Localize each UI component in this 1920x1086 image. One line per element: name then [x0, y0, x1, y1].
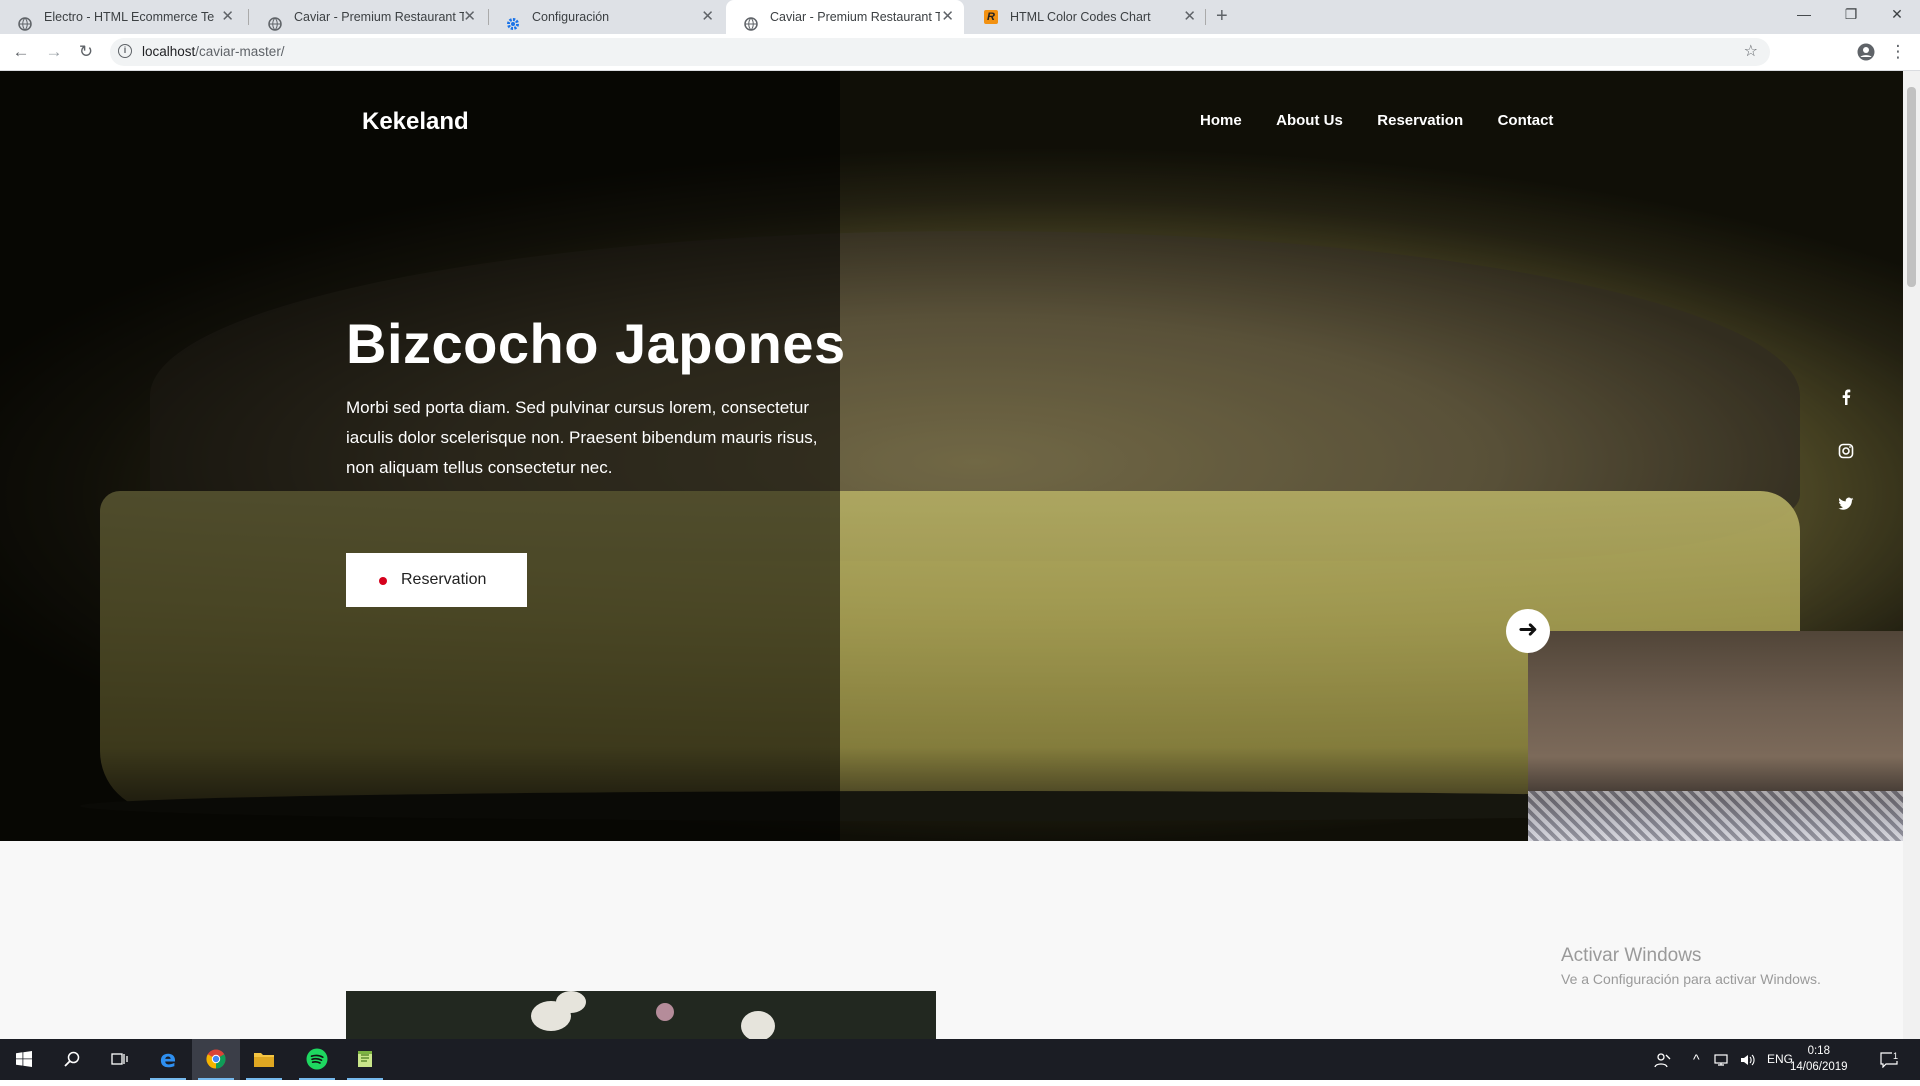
info-icon[interactable]: i — [118, 44, 132, 58]
minimize-button[interactable]: — — [1781, 0, 1827, 30]
next-arrow-icon[interactable]: ➜ — [1506, 609, 1550, 653]
people-icon[interactable] — [1654, 1039, 1672, 1080]
red-dot-icon — [379, 577, 387, 585]
clock-time: 0:18 — [1807, 1045, 1830, 1057]
globe-icon — [744, 10, 758, 31]
search-icon[interactable] — [48, 1039, 96, 1080]
spotify-icon[interactable] — [293, 1039, 341, 1080]
address-bar[interactable]: i localhost/caviar-master/ ☆ — [110, 38, 1770, 66]
tab-separator — [1205, 9, 1206, 25]
next-slide-thumbnail[interactable] — [1528, 631, 1903, 841]
close-icon[interactable]: ✕ — [463, 0, 476, 34]
url-host: localhost — [142, 44, 196, 59]
close-icon[interactable]: ✕ — [1183, 0, 1196, 34]
main-nav: Home About Us Reservation Contact — [1200, 112, 1583, 130]
url-path: /caviar-master/ — [195, 44, 285, 59]
site-logo[interactable]: Kekeland — [362, 108, 469, 136]
edge-browser-icon[interactable]: e — [144, 1039, 192, 1080]
tab-title: Electro - HTML Ecommerce Temp — [44, 10, 214, 24]
action-center-icon[interactable]: 1 — [1880, 1039, 1900, 1080]
address-url[interactable]: localhost/caviar-master/ — [142, 38, 285, 66]
tab-title: Caviar - Premium Restaurant Tem — [294, 10, 464, 24]
close-window-button[interactable]: ✕ — [1874, 0, 1920, 30]
windows-start-icon[interactable] — [0, 1039, 48, 1080]
social-links — [1836, 389, 1856, 551]
volume-icon[interactable] — [1740, 1039, 1756, 1080]
close-icon[interactable]: ✕ — [941, 0, 954, 34]
network-icon[interactable] — [1714, 1039, 1732, 1080]
tab-configuracion[interactable]: Configuración ✕ — [488, 0, 724, 34]
reservation-button[interactable]: Reservation — [346, 553, 527, 607]
globe-icon — [18, 10, 32, 31]
hero-section: Kekeland Home About Us Reservation Conta… — [0, 71, 1903, 841]
new-tab-button[interactable]: + — [1216, 0, 1236, 34]
task-view-icon[interactable] — [96, 1039, 144, 1080]
watermark-line-1: Activar Windows — [1561, 945, 1702, 966]
scrollbar-thumb[interactable] — [1907, 87, 1916, 287]
hero-title: Bizcocho Japones — [346, 312, 846, 375]
menu-kebab-icon[interactable]: ⋮ — [1886, 40, 1910, 64]
instagram-icon[interactable] — [1836, 443, 1856, 463]
tab-separator — [248, 9, 249, 25]
clock-date: 14/06/2019 — [1790, 1061, 1848, 1073]
flower-petal — [741, 1011, 775, 1039]
tab-title: Configuración — [532, 10, 610, 24]
file-explorer-icon[interactable] — [240, 1039, 288, 1080]
bookmark-star-icon[interactable]: ☆ — [1744, 38, 1758, 66]
flower-petal — [556, 991, 586, 1013]
close-icon[interactable]: ✕ — [701, 0, 714, 34]
nav-contact[interactable]: Contact — [1498, 112, 1554, 129]
tab-electro[interactable]: Electro - HTML Ecommerce Temp ✕ — [0, 0, 244, 34]
nav-home[interactable]: Home — [1200, 112, 1242, 129]
nav-reservation[interactable]: Reservation — [1377, 112, 1463, 129]
profile-icon[interactable] — [1854, 40, 1878, 64]
tab-caviar-active[interactable]: Caviar - Premium Restaurant Tem ✕ — [726, 0, 964, 34]
close-icon[interactable]: ✕ — [221, 0, 234, 34]
watermark-line-2: Ve a Configuración para activar Windows. — [1561, 971, 1821, 987]
notification-count: 1 — [1892, 1051, 1900, 1061]
reservation-button-label: Reservation — [401, 571, 487, 588]
page-viewport: Kekeland Home About Us Reservation Conta… — [0, 71, 1903, 1039]
hero-description: Morbi sed porta diam. Sed pulvinar cursu… — [346, 398, 818, 477]
notepad-plus-icon[interactable] — [341, 1039, 389, 1080]
flower-image — [346, 991, 936, 1039]
chrome-browser-icon[interactable] — [192, 1039, 240, 1080]
page-scrollbar[interactable] — [1903, 71, 1920, 1039]
nav-about-us[interactable]: About Us — [1276, 112, 1343, 129]
windows-taskbar: e ^ ENG 0:18 14/06/2019 1 — [0, 1039, 1920, 1080]
tab-title: HTML Color Codes Chart — [1010, 10, 1151, 24]
tab-color-codes[interactable]: R HTML Color Codes Chart ✕ — [966, 0, 1206, 34]
twitter-icon[interactable] — [1836, 497, 1856, 517]
r-logo-icon: R — [984, 10, 998, 24]
tab-caviar-1[interactable]: Caviar - Premium Restaurant Tem ✕ — [250, 0, 486, 34]
system-clock[interactable]: 0:18 14/06/2019 — [1790, 1043, 1848, 1075]
browser-toolbar: ← → ↻ i localhost/caviar-master/ ☆ ⋮ — [0, 34, 1920, 71]
tray-chevron-up-icon[interactable]: ^ — [1693, 1039, 1700, 1080]
reload-button[interactable]: ↻ — [74, 40, 98, 64]
lace-doily-image — [1528, 791, 1903, 841]
tab-title: Caviar - Premium Restaurant Tem — [770, 10, 940, 24]
restore-button[interactable]: ❐ — [1828, 0, 1874, 30]
globe-icon — [268, 10, 282, 31]
facebook-icon[interactable] — [1836, 389, 1856, 409]
tab-strip: Electro - HTML Ecommerce Temp ✕ Caviar -… — [0, 0, 1920, 34]
flower-bud — [656, 1003, 674, 1021]
activate-windows-watermark: Activar Windows Ve a Configuración para … — [1561, 945, 1821, 987]
back-button[interactable]: ← — [9, 40, 33, 64]
forward-button[interactable]: → — [42, 40, 66, 64]
gear-icon — [506, 10, 520, 30]
